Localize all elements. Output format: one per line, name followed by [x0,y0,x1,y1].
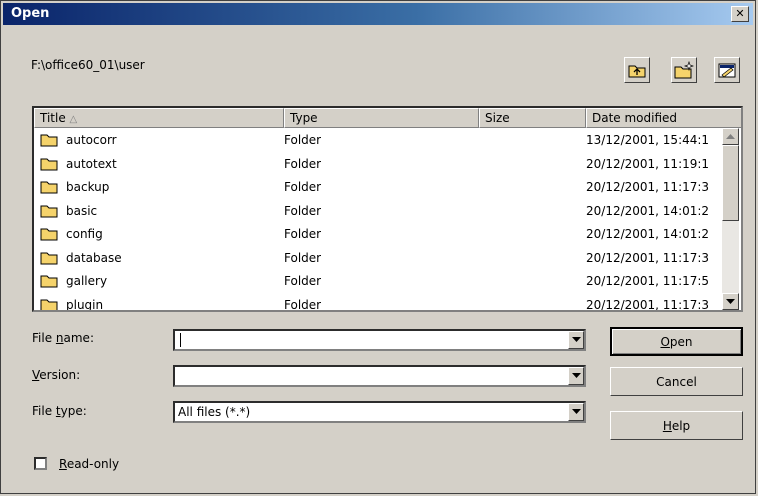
close-button[interactable]: ✕ [731,6,749,22]
column-header-title[interactable]: Title △ [34,108,284,128]
file-name-combobox[interactable] [173,329,586,351]
item-type: Folder [284,250,322,265]
item-name: autocorr [66,133,117,147]
item-type: Folder [284,227,322,241]
item-type: Folder [284,274,322,288]
folder-icon [40,252,58,264]
item-name: database [66,250,122,265]
item-date: 20/12/2001, 14:01:2 [586,203,710,218]
list-item[interactable]: backup Folder 20/12/2001, 11:17:3 [34,176,724,200]
version-combobox[interactable] [173,365,586,387]
file-name-label: File name: [32,331,94,345]
list-item[interactable]: database Folder 20/12/2001, 11:17:3 [34,247,724,271]
open-button[interactable]: Open [610,327,743,356]
chevron-down-icon [571,337,581,342]
item-name: autotext [66,156,117,171]
item-type: Folder [284,297,322,312]
folder-icon [40,299,58,310]
folder-icon [40,228,58,241]
column-header-type[interactable]: Type [284,108,479,128]
list-item[interactable]: basic Folder 20/12/2001, 14:01:2 [34,200,724,224]
item-type: Folder [284,180,322,194]
cancel-button[interactable]: Cancel [610,367,743,396]
current-path: F:\office60_01\user [31,58,145,72]
item-type: Folder [284,156,322,171]
column-header-date[interactable]: Date modified [586,108,741,128]
column-title-label: Title [40,111,66,125]
title-bar[interactable]: Open ✕ [3,3,753,25]
scroll-down-button[interactable] [722,293,739,310]
list-item[interactable]: autocorr Folder 13/12/2001, 15:44:1 [34,129,724,153]
item-date: 20/12/2001, 11:17:3 [586,297,710,312]
item-name: gallery [66,274,108,288]
scroll-down-arrow-icon [726,298,735,304]
folder-up-button[interactable] [624,57,650,83]
item-date: 20/12/2001, 11:17:3 [586,250,710,265]
list-item[interactable]: gallery Folder 20/12/2001, 11:17:5 [34,270,724,294]
version-dropdown-button[interactable] [568,367,584,385]
item-name: config [66,227,103,241]
new-folder-button[interactable] [671,57,697,83]
item-type: Folder [284,203,322,218]
list-item[interactable]: autotext Folder 20/12/2001, 11:19:1 [34,153,724,177]
item-name: plugin [66,297,104,312]
vertical-scrollbar[interactable] [722,128,739,310]
file-type-dropdown-button[interactable] [568,403,584,421]
list-item[interactable]: plugin Folder 20/12/2001, 11:17:3 [34,294,724,312]
folder-icon [40,158,58,170]
chevron-down-icon [571,409,581,414]
folder-icon [40,134,58,147]
scroll-up-arrow-icon [726,133,735,139]
list-item[interactable]: config Folder 20/12/2001, 14:01:2 [34,223,724,247]
open-dialog: Open ✕ F:\office60_01\user Title △ Type … [0,0,756,494]
item-name: basic [66,203,98,218]
version-label: Version: [32,368,81,382]
file-type-label: File type: [32,404,87,418]
help-button[interactable]: Help [610,411,743,440]
text-caret [180,333,181,347]
item-date: 13/12/2001, 15:44:1 [586,133,710,147]
item-date: 20/12/2001, 11:19:1 [586,156,710,171]
item-name: backup [66,180,110,194]
folder-icon [40,205,58,217]
item-date: 20/12/2001, 14:01:2 [586,227,710,241]
chevron-down-icon [571,373,581,378]
list-header: Title △ Type Size Date modified [34,108,741,128]
scroll-up-button[interactable] [722,128,739,145]
window-title: Open [11,6,50,21]
file-list[interactable]: Title △ Type Size Date modified autocorr… [32,106,743,312]
sort-ascending-icon: △ [69,114,78,125]
folder-icon [40,181,58,194]
default-directory-button[interactable] [714,57,740,83]
read-only-checkbox[interactable] [34,457,47,470]
default-directory-icon [718,63,736,78]
scrollbar-thumb[interactable] [722,145,739,221]
file-name-dropdown-button[interactable] [568,331,584,349]
item-type: Folder [284,133,322,147]
new-folder-icon [674,61,694,79]
file-type-value: All files (*.*) [178,405,251,419]
file-type-combobox[interactable]: All files (*.*) [173,401,586,423]
folder-icon [40,275,58,288]
folder-up-icon [628,65,646,78]
read-only-label[interactable]: Read-only [59,457,119,471]
column-header-size[interactable]: Size [479,108,586,128]
item-date: 20/12/2001, 11:17:5 [586,274,710,288]
item-date: 20/12/2001, 11:17:3 [586,180,710,194]
list-rows: autocorr Folder 13/12/2001, 15:44:1 auto… [34,129,724,312]
